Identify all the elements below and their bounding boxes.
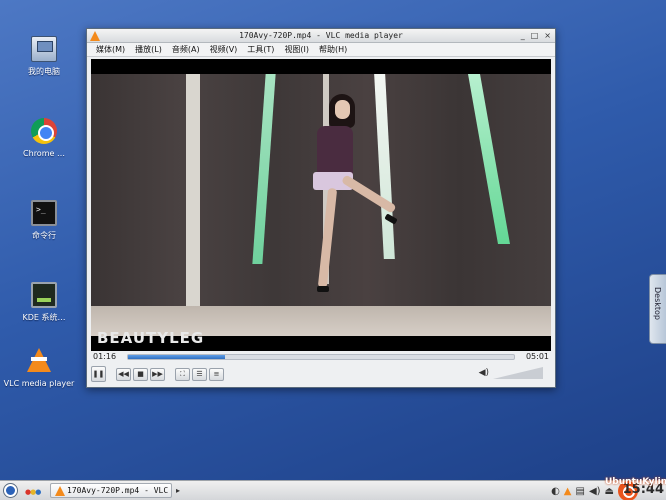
volume-slider[interactable] — [493, 367, 543, 379]
window-title: 170Avy-720P.mp4 - VLC media player — [239, 31, 403, 40]
vlc-icon — [26, 348, 52, 374]
computer-icon — [31, 36, 57, 62]
seek-row: 01:16 05:01 — [91, 351, 551, 363]
taskbar: ●●● 170Avy-720P.mp4 - VLC media ▸ ◐ ▲ ▤ … — [0, 480, 666, 500]
desktop-icon-label: VLC media player — [3, 379, 75, 388]
stop-icon: ■ — [137, 370, 144, 378]
total-time: 05:01 — [525, 352, 549, 361]
desktop-icon-label: 我的电脑 — [28, 67, 60, 76]
desktop-side-tab-label: Desktop — [653, 287, 662, 320]
terminal-icon — [31, 200, 57, 226]
volume-tray-icon[interactable]: ◀) — [589, 486, 601, 497]
window-titlebar[interactable]: 170Avy-720P.mp4 - VLC media player _ □ × — [87, 29, 555, 43]
fullscreen-button[interactable]: ⛶ — [175, 367, 190, 381]
minimize-button[interactable]: _ — [521, 31, 525, 41]
menu-view[interactable]: 视图(I) — [281, 44, 312, 55]
previous-button[interactable]: ◀◀ — [116, 367, 131, 381]
seek-bar[interactable] — [127, 354, 515, 360]
kde-system-icon — [31, 282, 57, 308]
controls-bar: ❚❚ ◀◀ ■ ▶▶ ⛶ ☰ ≡ ◀) — [91, 365, 551, 383]
network-icon[interactable]: ▤ — [576, 486, 585, 497]
start-menu-button[interactable] — [4, 484, 17, 497]
speaker-icon[interactable]: ◀) — [479, 368, 489, 378]
pause-icon: ❚❚ — [92, 370, 105, 378]
video-watermark: BEAUTYLEG — [97, 329, 205, 347]
next-button[interactable]: ▶▶ — [150, 367, 165, 381]
menu-audio[interactable]: 音频(A) — [169, 44, 203, 55]
video-frame — [91, 74, 551, 336]
vlc-window: 170Avy-720P.mp4 - VLC media player _ □ ×… — [86, 28, 556, 388]
desktop-icon-label: Chrome … — [23, 149, 65, 158]
task-scroll-icon[interactable]: ▸ — [176, 486, 180, 495]
pause-button[interactable]: ❚❚ — [91, 366, 106, 382]
desktop-icon-computer[interactable]: 我的电脑 — [6, 36, 82, 77]
playlist-icon: ≡ — [213, 370, 220, 378]
workspace-dots-icon[interactable]: ●●● — [25, 488, 41, 496]
extended-settings-button[interactable]: ☰ — [192, 367, 207, 381]
taskbar-task-label: 170Avy-720P.mp4 - VLC media — [67, 486, 171, 495]
elapsed-time: 01:16 — [93, 352, 117, 361]
menu-media[interactable]: 媒体(M) — [93, 44, 128, 55]
playlist-button[interactable]: ≡ — [209, 367, 224, 381]
desktop-icon-label: KDE 系统… — [22, 313, 66, 322]
globe-icon[interactable]: ◐ — [551, 486, 560, 497]
eject-icon[interactable]: ⏏ — [605, 486, 614, 497]
stop-button[interactable]: ■ — [133, 367, 148, 381]
menu-help[interactable]: 帮助(H) — [316, 44, 350, 55]
desktop-icon-chrome[interactable]: Chrome … — [6, 118, 82, 159]
equalizer-icon: ☰ — [196, 370, 203, 378]
video-area[interactable]: BEAUTYLEG — [91, 59, 551, 351]
desktop-icon-vlc[interactable]: VLC media player — [2, 348, 76, 389]
skip-back-icon: ◀◀ — [118, 370, 129, 378]
chrome-icon — [31, 118, 57, 144]
desktop-icon-label: 命令行 — [32, 231, 56, 240]
menu-playback[interactable]: 播放(L) — [132, 44, 165, 55]
menu-tools[interactable]: 工具(T) — [244, 44, 277, 55]
vlc-tray-icon[interactable]: ▲ — [564, 486, 572, 497]
close-button[interactable]: × — [544, 31, 551, 41]
desktop-icon-terminal[interactable]: 命令行 — [6, 200, 82, 241]
desktop-icon-kde[interactable]: KDE 系统… — [6, 282, 82, 323]
fullscreen-icon: ⛶ — [180, 369, 185, 378]
skip-forward-icon: ▶▶ — [152, 370, 163, 378]
maximize-button[interactable]: □ — [531, 31, 539, 41]
taskbar-task-vlc[interactable]: 170Avy-720P.mp4 - VLC media — [50, 483, 172, 498]
brand-label: UbuntuKylin — [605, 477, 666, 487]
desktop-side-tab[interactable]: Desktop — [649, 274, 666, 344]
vlc-cone-icon — [55, 486, 65, 496]
menu-video[interactable]: 视频(V) — [207, 44, 241, 55]
seek-progress — [128, 355, 225, 359]
menu-bar: 媒体(M) 播放(L) 音频(A) 视频(V) 工具(T) 视图(I) 帮助(H… — [87, 43, 555, 57]
